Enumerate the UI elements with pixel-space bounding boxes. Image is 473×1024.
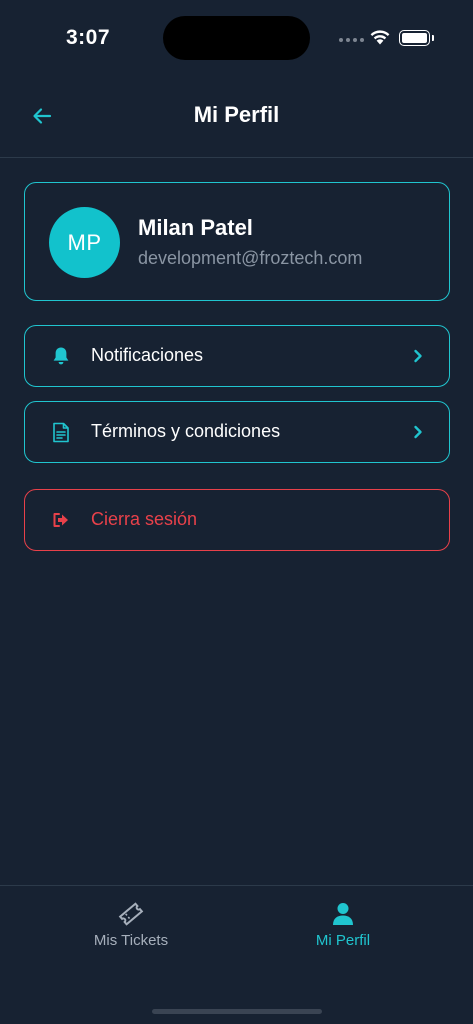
tab-my-profile[interactable]: Mi Perfil: [263, 900, 423, 952]
wifi-icon: [369, 28, 391, 50]
page-header: Mi Perfil: [0, 88, 473, 158]
profile-name: Milan Patel: [138, 215, 253, 240]
user-icon: [263, 900, 423, 928]
logout-icon: [49, 508, 73, 532]
chevron-right-icon: [411, 423, 425, 441]
menu-item-label: Términos y condiciones: [91, 421, 281, 441]
status-bar: 3:07: [0, 0, 473, 70]
logout-label: Cierra sesión: [91, 509, 198, 529]
bell-icon: [49, 344, 73, 368]
profile-screen: 3:07 Mi Perfil MP Milan Patel developmen…: [0, 0, 473, 1024]
menu-item-notifications[interactable]: Notificaciones: [24, 325, 450, 387]
tab-label: Mi Perfil: [315, 932, 371, 949]
home-indicator: [152, 1009, 322, 1014]
cellular-signal-icon: [339, 38, 364, 42]
profile-email: development@froztech.com: [138, 248, 363, 268]
menu-item-label: Notificaciones: [91, 345, 204, 365]
tab-label: Mis Tickets: [93, 932, 169, 949]
ticket-icon: [51, 900, 211, 928]
logout-button[interactable]: Cierra sesión: [24, 489, 450, 551]
battery-icon: [399, 30, 434, 46]
page-title: Mi Perfil: [193, 102, 280, 127]
bottom-tab-bar: Mis Tickets Mi Perfil: [0, 885, 473, 1024]
dynamic-island: [163, 16, 310, 60]
tab-my-tickets[interactable]: Mis Tickets: [51, 900, 211, 952]
avatar: MP: [49, 207, 120, 278]
profile-card: MP Milan Patel development@froztech.com: [24, 182, 450, 301]
chevron-right-icon: [411, 347, 425, 365]
document-icon: [49, 420, 73, 444]
menu-item-terms[interactable]: Términos y condiciones: [24, 401, 450, 463]
status-time: 3:07: [66, 26, 111, 49]
